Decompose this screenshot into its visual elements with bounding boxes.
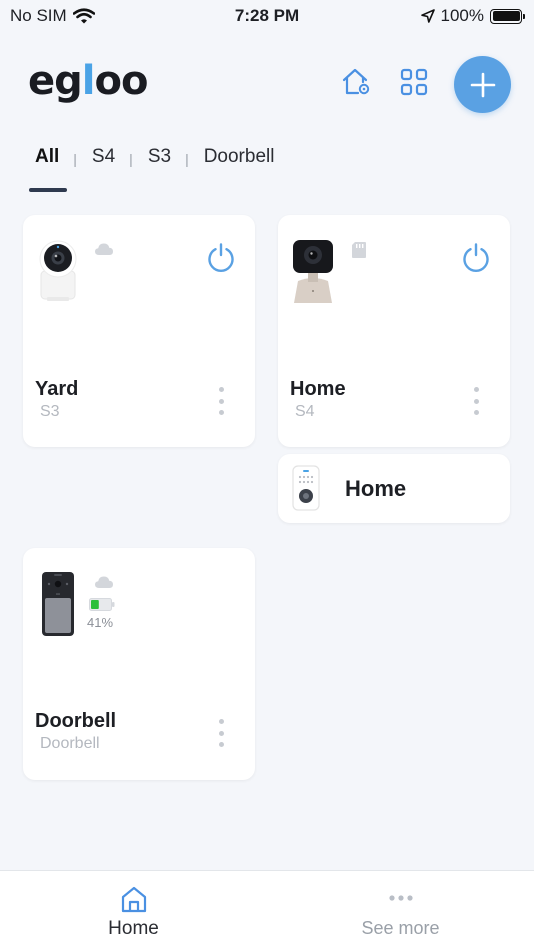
plus-icon bbox=[470, 72, 495, 97]
location-arrow-icon bbox=[420, 9, 435, 23]
nav-home-label: Home bbox=[108, 918, 159, 939]
device-name: Doorbell bbox=[35, 710, 117, 732]
device-card-home-s4[interactable]: Home S4 bbox=[278, 215, 510, 447]
tab-doorbell[interactable]: Doorbell bbox=[204, 146, 275, 168]
logo-part-2: l bbox=[81, 58, 96, 104]
tab-separator: | bbox=[185, 151, 189, 167]
device-model: S3 bbox=[40, 403, 60, 420]
more-options-icon[interactable] bbox=[216, 387, 226, 415]
more-options-icon[interactable] bbox=[216, 719, 226, 747]
nav-see-more-label: See more bbox=[361, 918, 440, 938]
logo-part-1: eg bbox=[28, 58, 83, 104]
tab-s4[interactable]: S4 bbox=[92, 146, 115, 168]
nav-see-more[interactable]: See more bbox=[267, 871, 534, 950]
logo-part-3: oo bbox=[94, 58, 148, 104]
device-name: Home bbox=[345, 476, 407, 501]
more-dots-icon bbox=[388, 895, 413, 901]
more-options-icon[interactable] bbox=[471, 387, 481, 415]
active-tab-indicator bbox=[29, 188, 67, 192]
tab-separator: | bbox=[73, 151, 77, 167]
grid-icon bbox=[400, 68, 428, 96]
device-card-yard[interactable]: Yard S3 bbox=[23, 215, 255, 447]
battery-level-icon bbox=[89, 598, 115, 611]
sd-card-icon bbox=[352, 242, 366, 258]
grid-view-button[interactable] bbox=[396, 64, 432, 100]
battery-percent: 100% bbox=[440, 6, 484, 25]
camera-s3-image bbox=[39, 240, 77, 301]
battery-icon bbox=[490, 8, 525, 24]
cloud-icon bbox=[95, 576, 113, 588]
device-model: S4 bbox=[295, 403, 315, 420]
egloo-logo: egloo bbox=[28, 58, 148, 104]
device-card-doorbell[interactable]: 41% Doorbell Doorbell bbox=[23, 548, 255, 780]
app-screen: No SIM 7:28 PM 100% egloo All | S4 | S3 … bbox=[0, 0, 534, 950]
cloud-icon bbox=[95, 243, 113, 255]
nav-home[interactable]: Home bbox=[0, 871, 267, 950]
device-name: Home bbox=[290, 378, 346, 400]
battery-percent-label: 41% bbox=[87, 615, 114, 630]
add-device-button[interactable] bbox=[454, 56, 511, 113]
power-button-icon[interactable] bbox=[460, 241, 492, 273]
status-bar: No SIM 7:28 PM 100% bbox=[0, 0, 534, 32]
bottom-navigation: Home See more bbox=[0, 870, 534, 950]
home-icon bbox=[121, 886, 146, 913]
chime-image bbox=[292, 465, 320, 511]
device-model: Doorbell bbox=[40, 735, 100, 752]
device-name: Yard bbox=[35, 378, 79, 400]
device-filter-tabs: All | S4 | S3 | Doorbell bbox=[35, 146, 274, 168]
device-card-home-chime[interactable]: Home bbox=[278, 454, 510, 523]
home-settings-icon bbox=[342, 68, 370, 95]
status-right: 100% bbox=[420, 6, 525, 26]
doorbell-image bbox=[42, 572, 74, 636]
tab-all[interactable]: All bbox=[35, 146, 59, 168]
camera-s4-image bbox=[293, 240, 333, 303]
tab-s3[interactable]: S3 bbox=[148, 146, 171, 168]
home-settings-button[interactable] bbox=[338, 64, 374, 100]
power-button-icon[interactable] bbox=[205, 241, 237, 273]
tab-separator: | bbox=[129, 151, 133, 167]
